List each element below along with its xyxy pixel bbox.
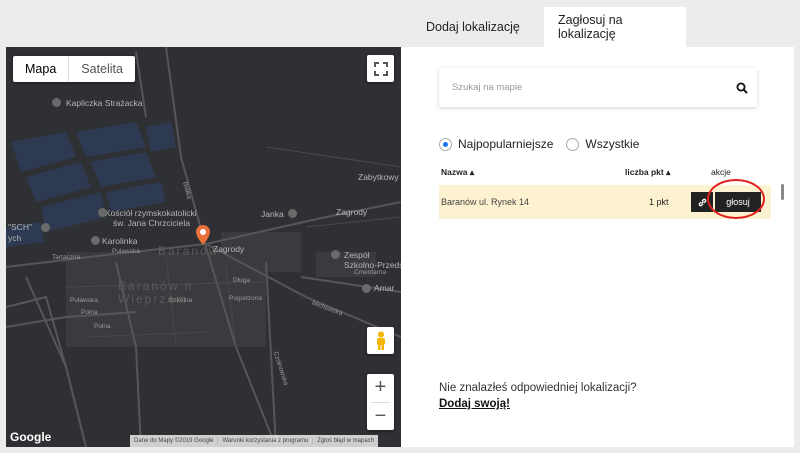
search-box <box>439 68 757 107</box>
map-label: Zagrody <box>213 244 245 254</box>
location-panel: Najpopularniejsze Wszystkie Nazwa ▴ licz… <box>401 47 794 447</box>
pegman-icon <box>376 331 385 350</box>
map-label: Cmentarna <box>354 269 387 276</box>
page: Dodaj lokalizację Zagłosuj na lokalizacj… <box>0 0 800 453</box>
poi-icon <box>362 284 371 293</box>
zoom-out-button[interactable]: − <box>367 403 394 431</box>
add-own-link[interactable]: Dodaj swoją! <box>439 398 510 410</box>
map-label: św. Jana Chrzciciela <box>113 218 191 228</box>
not-found-text: Nie znalazłeś odpowiedniej lokalizacji? <box>439 382 637 394</box>
radio-circle <box>439 137 452 151</box>
poi-icon <box>52 98 61 107</box>
poi-icon <box>288 209 297 218</box>
fullscreen-button[interactable] <box>367 55 394 82</box>
filter-popular-label: Najpopularniejsze <box>458 137 554 151</box>
map-label: Baranów n <box>118 279 194 293</box>
column-points-header[interactable]: liczba pkt ▴ <box>625 167 670 178</box>
location-name: Baranów ul. Rynek 14 <box>441 197 530 207</box>
map-type-satellite-button[interactable]: Satelita <box>69 56 135 82</box>
zoom-control: + − <box>367 374 394 430</box>
map-label: Puławska <box>70 297 98 304</box>
poi-icon <box>98 208 107 217</box>
map-label: Kościół rzymskokatolicki <box>105 208 197 218</box>
highlight-circle <box>707 179 765 219</box>
map-label: "SCH" <box>8 222 32 232</box>
search-input[interactable] <box>439 82 727 93</box>
map-label: Polna <box>94 323 111 330</box>
map-type-map-button[interactable]: Mapa <box>13 56 70 82</box>
poi-icon <box>331 250 340 259</box>
map-label: Długa <box>233 277 250 284</box>
report-error-link[interactable]: Zgłoś błąd w mapach <box>313 438 378 444</box>
map-attribution: Dane do Mapy ©2019 Google Warunki korzys… <box>130 435 378 447</box>
map-label: Pogodzona <box>229 295 262 302</box>
filter-popular-radio[interactable]: Najpopularniejsze <box>439 137 553 151</box>
zoom-in-button[interactable]: + <box>367 374 394 402</box>
map-label: Amar <box>374 283 395 293</box>
map-label: Tartaczna <box>52 254 81 261</box>
tab-bar: Dodaj lokalizację Zagłosuj na lokalizacj… <box>412 7 686 47</box>
location-points: 1 pkt <box>649 197 669 207</box>
map-label: Baranów <box>158 244 220 258</box>
map-label: Szkolna <box>169 297 193 304</box>
map-label: Zagrody <box>336 207 368 217</box>
street-view-button[interactable] <box>367 327 394 354</box>
filter-all-label: Wszystkie <box>585 137 640 151</box>
map-marker-icon[interactable] <box>196 225 210 250</box>
map-label: ych <box>8 233 22 243</box>
map-label: Puławska <box>112 248 140 255</box>
map-label: Kapliczka Strażacka <box>66 98 143 108</box>
map-label: Polna <box>81 309 98 316</box>
tab-add-location[interactable]: Dodaj lokalizację <box>412 7 544 47</box>
poi-icon <box>91 236 100 245</box>
map-label: Zabytkowy <box>358 172 399 182</box>
column-actions-header: akcje <box>711 167 731 177</box>
terms-link[interactable]: Warunki korzystania z programu <box>218 438 314 444</box>
table-header: Nazwa ▴ liczba pkt ▴ akcje <box>439 167 771 181</box>
map-data-attribution: Dane do Mapy ©2019 Google <box>130 438 219 444</box>
column-name-header[interactable]: Nazwa ▴ <box>441 167 474 178</box>
map-label: Karolinka <box>102 236 138 246</box>
fullscreen-icon <box>373 61 388 76</box>
map-label: Janka <box>261 209 284 219</box>
link-icon <box>698 198 706 206</box>
filter-radios: Najpopularniejsze Wszystkie <box>439 137 652 151</box>
radio-circle <box>566 137 580 151</box>
tab-vote-location[interactable]: Zagłosuj na lokalizację <box>544 7 686 47</box>
map-label: Zespół <box>344 250 370 260</box>
google-logo: Google <box>10 430 52 444</box>
map[interactable]: Kapliczka Strażacka Kościół rzymskokatol… <box>6 47 401 447</box>
scrollbar[interactable] <box>781 184 784 200</box>
search-icon[interactable] <box>727 82 757 94</box>
poi-icon <box>41 223 50 232</box>
filter-all-radio[interactable]: Wszystkie <box>566 137 639 151</box>
map-type-control: Mapa Satelita <box>13 56 135 82</box>
